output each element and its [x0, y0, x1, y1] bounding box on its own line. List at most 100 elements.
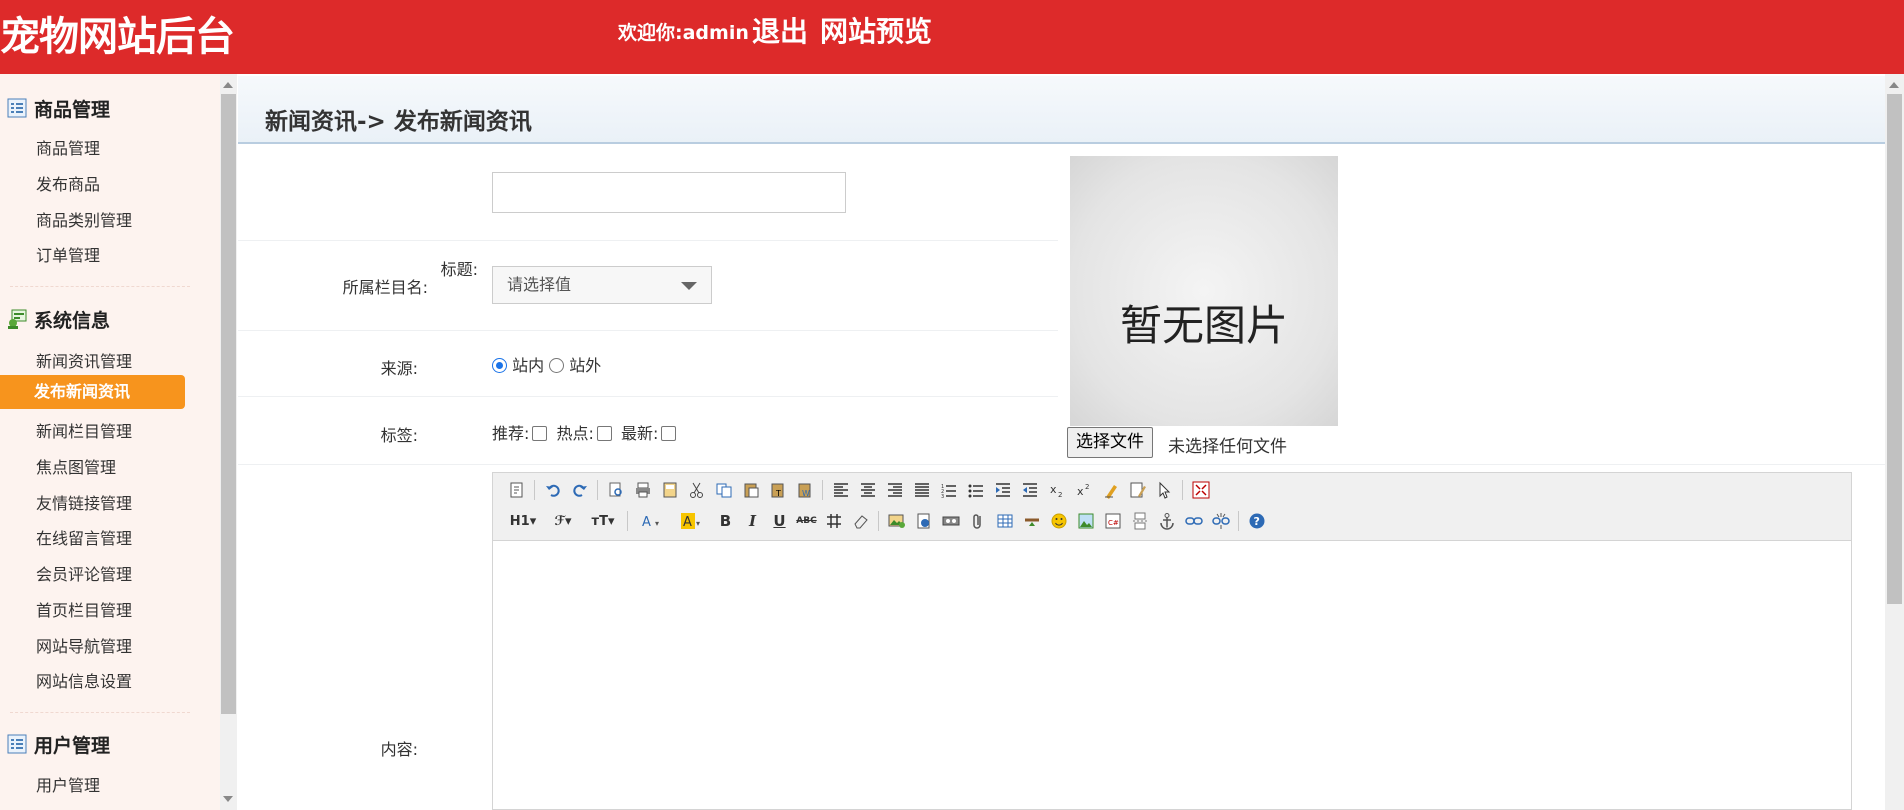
toolbar-separator: [822, 480, 823, 500]
list-icon: [6, 97, 28, 119]
align-justify-icon[interactable]: [908, 478, 935, 502]
heading-label: H1: [509, 513, 530, 529]
cut-icon[interactable]: [683, 478, 710, 502]
link-icon[interactable]: [1180, 509, 1207, 533]
system-icon: [6, 308, 28, 330]
scroll-up-icon[interactable]: [1889, 82, 1899, 88]
line-height-icon[interactable]: [820, 509, 847, 533]
main-scrollbar[interactable]: [1885, 74, 1904, 810]
highlight-color-icon[interactable]: A ▾: [672, 509, 712, 533]
align-left-icon[interactable]: [827, 478, 854, 502]
strikethrough-button[interactable]: ABC: [793, 509, 820, 533]
select-all-icon[interactable]: [1151, 478, 1178, 502]
attachment-icon[interactable]: [964, 509, 991, 533]
scroll-up-icon[interactable]: [223, 82, 233, 88]
sidebar-item-member-comments[interactable]: 会员评论管理: [36, 561, 132, 585]
code-icon[interactable]: C#: [1099, 509, 1126, 533]
sidebar-item-users[interactable]: 用户管理: [36, 772, 100, 796]
sidebar-group-goods[interactable]: 商品管理: [6, 94, 110, 122]
quick-format-icon[interactable]: [1124, 478, 1151, 502]
tag-recommend-checkbox[interactable]: [532, 426, 548, 441]
source-radio-external[interactable]: [549, 358, 565, 373]
fullscreen-icon[interactable]: [1187, 478, 1214, 502]
sidebar-group-users[interactable]: 用户管理: [6, 730, 110, 758]
sidebar-group-system[interactable]: 系统信息: [6, 305, 110, 333]
eraser-icon[interactable]: [847, 509, 874, 533]
paste-icon[interactable]: [737, 478, 764, 502]
source-option-label: 站内: [512, 356, 545, 375]
sidebar-item-publish-goods[interactable]: 发布商品: [36, 171, 100, 195]
bold-button[interactable]: B: [712, 509, 739, 533]
sidebar-item-news-manage[interactable]: 新闻资讯管理: [36, 348, 132, 372]
subscript-icon[interactable]: x2: [1043, 478, 1070, 502]
editor-content-area[interactable]: [493, 541, 1851, 809]
page-break-icon[interactable]: [1126, 509, 1153, 533]
align-right-icon[interactable]: [881, 478, 908, 502]
sidebar-item-goods-manage[interactable]: 商品管理: [36, 135, 100, 159]
insert-flash-icon[interactable]: [910, 509, 937, 533]
paste-word-icon[interactable]: W: [791, 478, 818, 502]
sidebar-item-site-settings[interactable]: 网站信息设置: [36, 668, 132, 692]
help-icon[interactable]: ?: [1243, 509, 1270, 533]
insert-media-icon[interactable]: [937, 509, 964, 533]
choose-file-button[interactable]: 选择文件: [1067, 427, 1153, 458]
heading-dropdown[interactable]: H1 ▾: [503, 509, 543, 533]
sidebar-item-messages[interactable]: 在线留言管理: [36, 525, 132, 549]
sidebar-item-focus-images[interactable]: 焦点图管理: [36, 454, 116, 478]
site-title: 宠物网站后台: [0, 14, 235, 60]
font-color-icon[interactable]: A ▾: [632, 509, 672, 533]
template-icon[interactable]: [656, 478, 683, 502]
undo-icon[interactable]: [539, 478, 566, 502]
insert-image-icon[interactable]: [883, 509, 910, 533]
preview-icon[interactable]: [602, 478, 629, 502]
scrollbar-thumb[interactable]: [1887, 94, 1902, 604]
sidebar-item-orders[interactable]: 订单管理: [36, 242, 100, 266]
print-icon[interactable]: [629, 478, 656, 502]
tag-latest-checkbox[interactable]: [661, 426, 677, 441]
align-center-icon[interactable]: [854, 478, 881, 502]
svg-text:x: x: [1050, 483, 1057, 496]
column-select[interactable]: 请选择值: [492, 266, 712, 304]
svg-text:A: A: [683, 515, 692, 530]
toolbar-row: T W 123 x2 x2: [503, 477, 1214, 503]
column-label: 所属栏目名:: [342, 278, 428, 297]
scroll-down-icon[interactable]: [223, 796, 233, 802]
superscript-icon[interactable]: x2: [1070, 478, 1097, 502]
logout-link[interactable]: 退出: [752, 10, 808, 50]
anchor-icon[interactable]: [1153, 509, 1180, 533]
font-family-label: ℱ: [554, 513, 565, 529]
svg-text:▾: ▾: [655, 519, 659, 528]
title-input[interactable]: [492, 172, 846, 213]
outdent-icon[interactable]: [1016, 478, 1043, 502]
sidebar-item-home-columns[interactable]: 首页栏目管理: [36, 597, 132, 621]
sidebar-item-publish-news[interactable]: 发布新闻资讯: [0, 375, 185, 409]
sidebar-item-goods-category[interactable]: 商品类别管理: [36, 207, 132, 231]
site-preview-link[interactable]: 网站预览: [820, 10, 932, 50]
source-code-icon[interactable]: [503, 478, 530, 502]
unlink-icon[interactable]: [1207, 509, 1234, 533]
unordered-list-icon[interactable]: [962, 478, 989, 502]
clear-format-icon[interactable]: [1097, 478, 1124, 502]
header-bar: 宠物网站后台 欢迎你:admin 退出 网站预览: [0, 0, 1904, 74]
underline-button[interactable]: U: [766, 509, 793, 533]
indent-icon[interactable]: [989, 478, 1016, 502]
ordered-list-icon[interactable]: 123: [935, 478, 962, 502]
font-size-dropdown[interactable]: тT ▾: [583, 509, 623, 533]
copy-icon[interactable]: [710, 478, 737, 502]
redo-icon[interactable]: [566, 478, 593, 502]
column-select-value: 请选择值: [507, 275, 572, 294]
insert-table-icon[interactable]: [991, 509, 1018, 533]
emoticon-icon[interactable]: [1045, 509, 1072, 533]
tag-hot-checkbox[interactable]: [596, 426, 612, 441]
sidebar-item-site-nav[interactable]: 网站导航管理: [36, 633, 132, 657]
horizontal-rule-icon[interactable]: [1018, 509, 1045, 533]
font-family-dropdown[interactable]: ℱ ▾: [543, 509, 583, 533]
source-radio-internal[interactable]: [492, 358, 507, 373]
scrollbar-thumb[interactable]: [221, 94, 236, 714]
paste-text-icon[interactable]: T: [764, 478, 791, 502]
sidebar-item-news-columns[interactable]: 新闻栏目管理: [36, 418, 132, 442]
italic-button[interactable]: I: [739, 509, 766, 533]
insert-picture-icon[interactable]: [1072, 509, 1099, 533]
sidebar-item-friend-links[interactable]: 友情链接管理: [36, 490, 132, 514]
toolbar-separator: [878, 511, 879, 531]
